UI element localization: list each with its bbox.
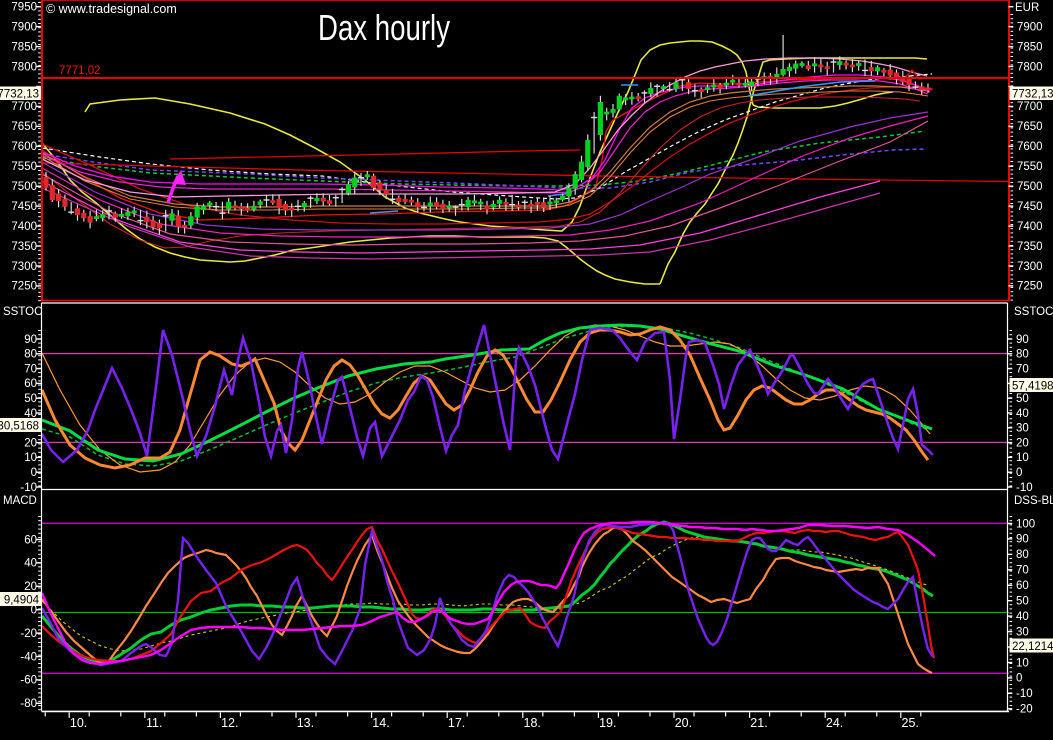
svg-text:20.: 20.: [675, 716, 692, 730]
svg-text:7850: 7850: [11, 41, 37, 53]
svg-text:7800: 7800: [1017, 61, 1043, 73]
svg-text:40: 40: [24, 558, 37, 570]
svg-text:DSS-BLAC: DSS-BLAC: [1014, 495, 1053, 507]
svg-text:60: 60: [24, 534, 37, 546]
svg-text:7450: 7450: [11, 201, 37, 213]
svg-text:90: 90: [1016, 334, 1029, 346]
svg-text:11.: 11.: [146, 716, 162, 730]
svg-text:50: 50: [1016, 393, 1029, 405]
svg-text:10: 10: [1016, 452, 1029, 464]
svg-text:30: 30: [1016, 626, 1029, 638]
svg-text:7450: 7450: [1017, 201, 1043, 213]
svg-text:20: 20: [1016, 437, 1029, 449]
svg-text:7600: 7600: [11, 141, 37, 153]
svg-text:7550: 7550: [1017, 161, 1043, 173]
svg-text:0: 0: [1016, 467, 1022, 479]
svg-text:24.: 24.: [826, 716, 843, 730]
svg-text:19.: 19.: [599, 716, 616, 730]
svg-text:7650: 7650: [11, 121, 37, 133]
svg-text:50: 50: [24, 393, 37, 405]
svg-text:-20: -20: [20, 628, 37, 640]
svg-text:7550: 7550: [11, 161, 37, 173]
svg-text:-20: -20: [1016, 704, 1033, 716]
svg-text:80: 80: [1016, 349, 1029, 361]
svg-text:14.: 14.: [372, 716, 389, 730]
svg-text:7900: 7900: [1017, 21, 1043, 33]
svg-text:7850: 7850: [1017, 41, 1043, 53]
svg-text:21.: 21.: [750, 716, 767, 730]
svg-text:7300: 7300: [11, 261, 37, 273]
svg-text:90: 90: [24, 334, 37, 346]
svg-text:10: 10: [24, 452, 37, 464]
svg-text:7732,13: 7732,13: [1012, 89, 1053, 101]
svg-text:© www.tradesignal.com: © www.tradesignal.com: [46, 2, 177, 16]
svg-text:30: 30: [1016, 423, 1029, 435]
svg-text:40: 40: [1016, 611, 1029, 623]
svg-text:50: 50: [1016, 596, 1029, 608]
svg-text:7800: 7800: [11, 61, 37, 73]
svg-text:70: 70: [1016, 363, 1029, 375]
svg-text:7250: 7250: [1017, 281, 1043, 293]
svg-text:7900: 7900: [11, 21, 37, 33]
svg-text:7350: 7350: [1017, 241, 1043, 253]
svg-text:80: 80: [1016, 549, 1029, 561]
svg-text:20: 20: [24, 581, 37, 593]
svg-text:100: 100: [1016, 518, 1035, 530]
svg-text:SSTOC: SSTOC: [1014, 306, 1053, 318]
svg-text:20: 20: [24, 437, 37, 449]
svg-text:13.: 13.: [297, 716, 314, 730]
svg-text:-40: -40: [20, 651, 37, 663]
svg-text:7700: 7700: [1017, 101, 1043, 113]
svg-text:10: 10: [1016, 657, 1029, 669]
svg-text:7250: 7250: [11, 281, 37, 293]
svg-text:-80: -80: [20, 698, 37, 710]
svg-text:22,1214: 22,1214: [1012, 641, 1053, 653]
svg-text:SSTOC: SSTOC: [3, 306, 42, 318]
svg-text:80: 80: [24, 349, 37, 361]
svg-text:-60: -60: [20, 675, 37, 687]
svg-text:MACD: MACD: [3, 495, 37, 507]
svg-text:70: 70: [24, 363, 37, 375]
svg-text:17.: 17.: [448, 716, 465, 730]
svg-text:-10: -10: [1016, 482, 1033, 494]
svg-text:7350: 7350: [11, 241, 37, 253]
svg-text:30,5168: 30,5168: [0, 421, 39, 433]
svg-text:-10: -10: [20, 482, 37, 494]
svg-text:10.: 10.: [70, 716, 87, 730]
svg-text:25.: 25.: [902, 716, 919, 730]
svg-text:60: 60: [1016, 580, 1029, 592]
svg-text:60: 60: [24, 378, 37, 390]
svg-text:9,4904: 9,4904: [4, 595, 40, 607]
svg-text:70: 70: [1016, 565, 1029, 577]
svg-text:40: 40: [1016, 408, 1029, 420]
svg-text:57,4198: 57,4198: [1012, 381, 1053, 393]
svg-text:7771,02: 7771,02: [59, 65, 101, 77]
svg-text:7300: 7300: [1017, 261, 1043, 273]
svg-text:EUR: EUR: [1015, 2, 1039, 14]
svg-text:7700: 7700: [11, 101, 37, 113]
svg-text:12.: 12.: [221, 716, 238, 730]
svg-text:-10: -10: [1016, 688, 1033, 700]
svg-text:0: 0: [1016, 673, 1022, 685]
svg-text:7400: 7400: [11, 221, 37, 233]
svg-text:7732,13: 7732,13: [0, 89, 39, 101]
svg-text:7500: 7500: [1017, 181, 1043, 193]
svg-text:7500: 7500: [11, 181, 37, 193]
svg-text:0: 0: [31, 467, 37, 479]
svg-text:7950: 7950: [11, 2, 37, 14]
svg-text:7650: 7650: [1017, 121, 1043, 133]
svg-text:90: 90: [1016, 534, 1029, 546]
svg-text:7600: 7600: [1017, 141, 1043, 153]
svg-text:18.: 18.: [524, 716, 541, 730]
svg-text:7400: 7400: [1017, 221, 1043, 233]
svg-text:Dax hourly: Dax hourly: [318, 7, 450, 48]
